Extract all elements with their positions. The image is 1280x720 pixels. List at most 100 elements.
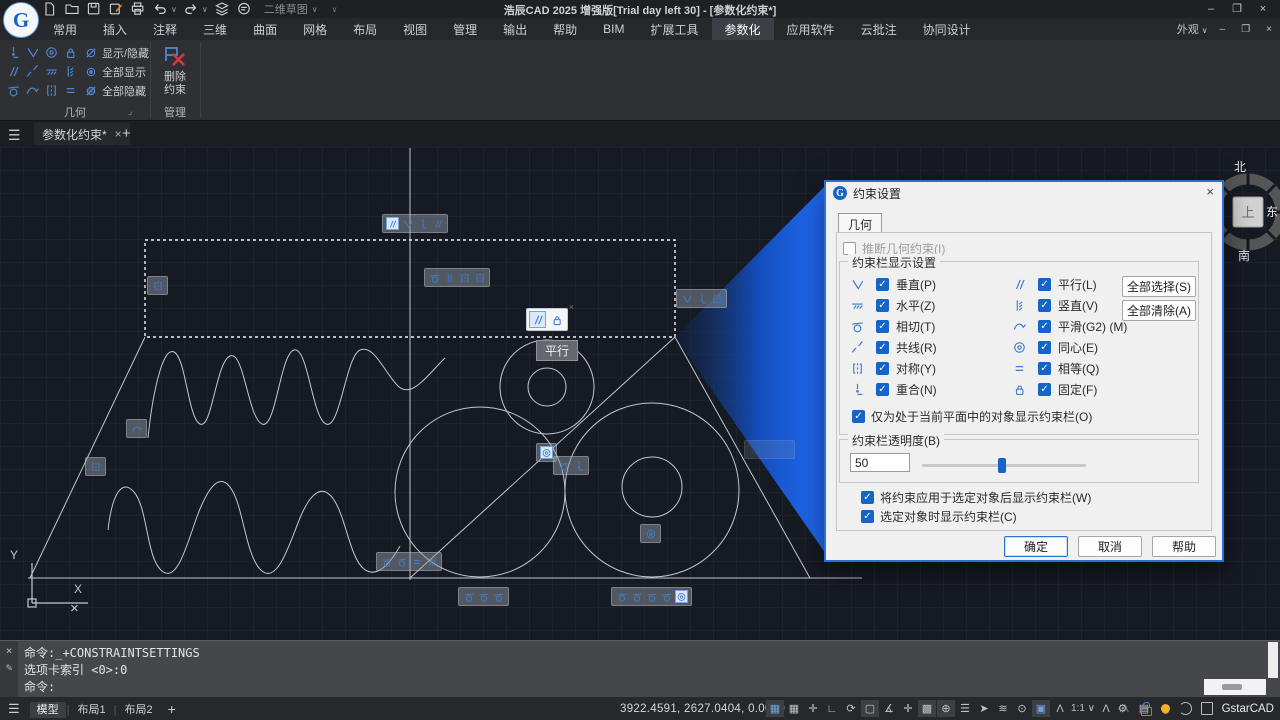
show-on-select-checkbox-row[interactable]: ✓ 选定对象时显示约束栏(C) <box>861 508 1017 525</box>
parallel-constraint-icon[interactable] <box>529 311 546 328</box>
new-file-icon[interactable] <box>42 1 58 17</box>
panel-dialog-launcher-icon[interactable]: ⌟ <box>128 106 132 117</box>
equal-checkbox[interactable]: ✓ <box>1038 362 1051 375</box>
constraint-tool-coincident[interactable] <box>4 43 23 62</box>
annotation-scale-icon[interactable]: Λ <box>1051 700 1069 717</box>
constraint-tool-parallel[interactable] <box>4 62 23 81</box>
select-all-button[interactable]: 全部选择(S) <box>1122 276 1196 297</box>
command-edit-icon[interactable]: ✎ <box>6 661 13 674</box>
osnap-tracking-icon[interactable]: ⊕ <box>937 700 955 717</box>
minimize-button[interactable]: – <box>1198 0 1224 17</box>
snap-3d-icon[interactable]: ✛ <box>899 700 917 717</box>
object-snap-icon[interactable]: ∡ <box>880 700 898 717</box>
horizontal-checkbox[interactable]: ✓ <box>876 299 889 312</box>
tangent-checkbox[interactable]: ✓ <box>876 320 889 333</box>
undo-dropdown-icon[interactable]: ∨ <box>171 5 177 14</box>
constraint-tool-equal[interactable] <box>61 81 80 100</box>
doc-close-button[interactable]: × <box>1262 24 1276 35</box>
ribbon-tab-扩展工具[interactable]: 扩展工具 <box>638 18 712 40</box>
symmetric-constraint-icon[interactable] <box>151 279 164 292</box>
collinear-checkbox[interactable]: ✓ <box>876 341 889 354</box>
vertical-checkbox[interactable]: ✓ <box>1038 299 1051 312</box>
clear-all-button[interactable]: 全部清除(A) <box>1122 300 1196 321</box>
coincident-checkbox[interactable]: ✓ <box>876 383 889 396</box>
vertical-constraint-icon[interactable] <box>443 271 456 284</box>
scrollbar-thumb[interactable] <box>1222 684 1242 690</box>
tangent-constraint-icon[interactable] <box>380 555 393 568</box>
tangent-constraint-icon[interactable] <box>748 443 761 456</box>
ribbon-tab-网格[interactable]: 网格 <box>290 18 340 40</box>
restore-button[interactable]: ❐ <box>1224 0 1250 17</box>
symmetric-constraint-icon[interactable] <box>710 292 723 305</box>
symmetric-constraint-icon[interactable] <box>473 271 486 284</box>
parallel-constraint-icon[interactable] <box>425 555 438 568</box>
ribbon-tab-BIM[interactable]: BIM <box>590 18 637 40</box>
smooth-constraint-icon[interactable] <box>130 422 143 435</box>
undo-icon[interactable] <box>152 1 168 17</box>
snap-grid-icon[interactable]: ▦ <box>766 700 784 717</box>
coincident-constraint-icon[interactable] <box>572 459 585 472</box>
ribbon-tab-视图[interactable]: 视图 <box>390 18 440 40</box>
document-tab[interactable]: 参数化约束* × <box>34 123 130 145</box>
constraint-tool-horizontal[interactable] <box>42 62 61 81</box>
help-button[interactable]: 帮助 <box>1152 536 1216 557</box>
command-prompt-line[interactable]: 命令: <box>24 678 55 695</box>
tangent-constraint-icon[interactable] <box>630 590 643 603</box>
ribbon-tab-协同设计[interactable]: 协同设计 <box>910 18 984 40</box>
ok-button[interactable]: 确定 <box>1004 536 1068 557</box>
appearance-dropdown[interactable]: 外观 ∨ <box>1177 21 1208 37</box>
tangent-constraint-icon[interactable] <box>660 590 673 603</box>
only-current-plane-checkbox-row[interactable]: ✓ 仅为处于当前平面中的对象显示约束栏(O) <box>852 408 1092 425</box>
ribbon-tab-帮助[interactable]: 帮助 <box>540 18 590 40</box>
ribbon-tab-曲面[interactable]: 曲面 <box>240 18 290 40</box>
constraint-tool-fixed[interactable] <box>61 43 80 62</box>
show-after-apply-checkbox[interactable]: ✓ <box>861 491 874 504</box>
tangent-constraint-icon[interactable] <box>492 590 505 603</box>
constraint-tool-perpendicular[interactable] <box>23 43 42 62</box>
annotation-scale-dropdown[interactable]: 1:1 ∨ <box>1070 700 1096 717</box>
concentric-constraint-icon[interactable] <box>644 527 657 540</box>
symmetric-constraint-icon[interactable] <box>778 443 791 456</box>
tangent-constraint-icon[interactable] <box>395 555 408 568</box>
perpendicular-constraint-icon[interactable] <box>680 292 693 305</box>
tangent-constraint-icon[interactable] <box>477 590 490 603</box>
annotation-visibility-icon[interactable]: Λ <box>1097 700 1115 717</box>
selection-cycling-icon[interactable]: ➤ <box>975 700 993 717</box>
ribbon-tab-注释[interactable]: 注释 <box>140 18 190 40</box>
symmetric-checkbox[interactable]: ✓ <box>876 362 889 375</box>
symmetric-constraint-icon[interactable] <box>89 460 102 473</box>
transparency-input[interactable]: 50 <box>850 453 910 472</box>
open-folder-icon[interactable] <box>64 1 80 17</box>
constraint-badge[interactable] <box>676 289 727 308</box>
show-all-button[interactable]: 全部显示 <box>84 62 149 81</box>
polar-tracking-icon[interactable]: ⟳ <box>842 700 860 717</box>
print-icon[interactable] <box>130 1 146 17</box>
doc-restore-button[interactable]: ❐ <box>1237 24 1254 35</box>
dialog-tab-geometry[interactable]: 几何 <box>838 213 882 234</box>
parallel-constraint-icon[interactable] <box>431 217 444 230</box>
constraint-badge[interactable] <box>147 276 168 295</box>
ribbon-tab-常用[interactable]: 常用 <box>40 18 90 40</box>
constraint-badge[interactable]: × <box>526 308 568 331</box>
tangent-constraint-icon[interactable] <box>462 590 475 603</box>
symmetric-constraint-icon[interactable] <box>458 271 471 284</box>
constraint-tool-collinear[interactable] <box>23 62 42 81</box>
layout-tab-布局1[interactable]: 布局1 <box>71 702 113 718</box>
constraint-badge[interactable] <box>458 587 509 606</box>
transparency-icon[interactable]: ≋ <box>994 700 1012 717</box>
constraint-tool-symmetric[interactable] <box>42 81 61 100</box>
concentric-checkbox[interactable]: ✓ <box>1038 341 1051 354</box>
ribbon-tab-布局[interactable]: 布局 <box>340 18 390 40</box>
tangent-constraint-icon[interactable] <box>645 590 658 603</box>
constraint-badge[interactable] <box>126 419 147 438</box>
coincident-constraint-icon[interactable] <box>695 292 708 305</box>
add-layout-button[interactable]: + <box>168 701 176 717</box>
constraint-tool-tangent[interactable] <box>4 81 23 100</box>
constraint-badge[interactable] <box>553 456 589 475</box>
statusbar-menu-icon[interactable]: ☰ <box>8 701 20 717</box>
redo-dropdown-icon[interactable]: ∨ <box>202 5 208 14</box>
parallel-checkbox[interactable]: ✓ <box>1038 278 1051 291</box>
command-vertical-scrollbar[interactable] <box>1268 642 1278 678</box>
ortho-mode-icon[interactable]: ∟ <box>823 700 841 717</box>
show-hide-button[interactable]: 显示/隐藏 <box>84 43 149 62</box>
